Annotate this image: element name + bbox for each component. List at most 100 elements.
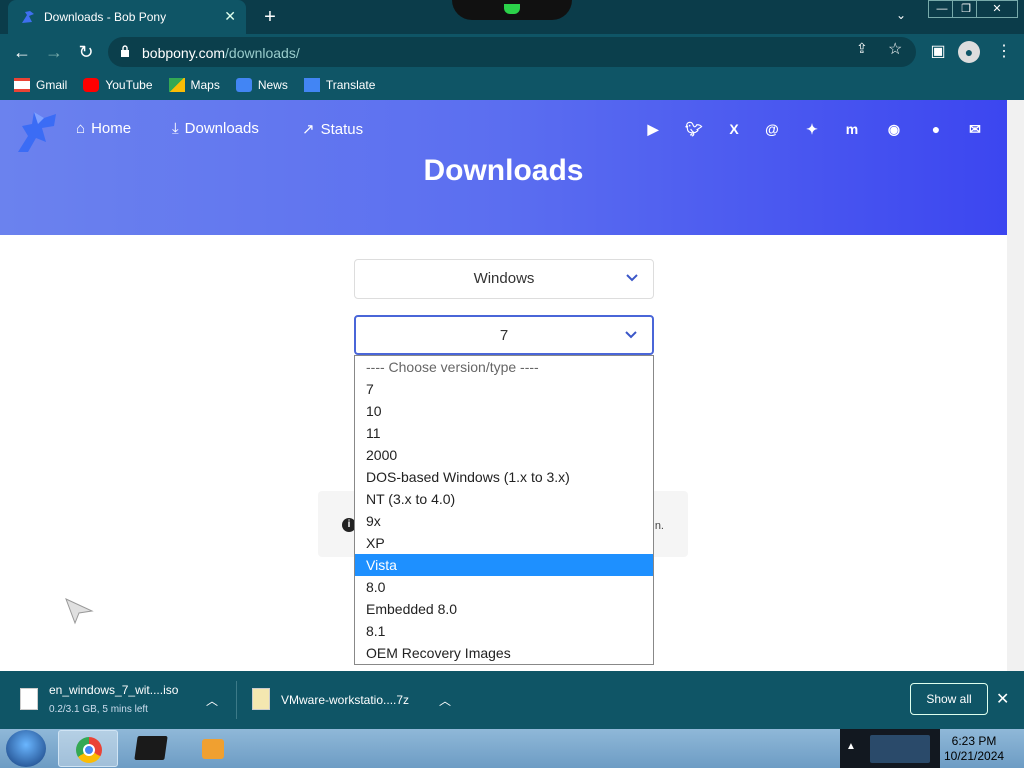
close-window-button[interactable]: ✕ xyxy=(976,0,1018,18)
share-icon[interactable]: ⇪ xyxy=(856,40,868,57)
dropdown-option[interactable]: 8.1 xyxy=(355,620,653,642)
bookmark-gmail[interactable]: Gmail xyxy=(14,78,67,92)
tray-expand-icon[interactable]: ▲ xyxy=(846,741,856,752)
address-bar[interactable]: bobpony.com/downloads/ ⇪ ☆ xyxy=(108,37,916,67)
bookmark-maps[interactable]: Maps xyxy=(168,78,220,92)
reload-icon[interactable]: ↻ xyxy=(74,40,98,64)
dropdown-option[interactable]: Embedded 8.0 xyxy=(355,598,653,620)
dropdown-option[interactable]: ---- Choose version/type ---- xyxy=(355,356,653,378)
home-icon: ⌂ xyxy=(76,120,86,137)
page-title: Downloads xyxy=(423,154,584,187)
close-icon[interactable]: ✕ xyxy=(996,689,1009,709)
url-domain: bobpony.com xyxy=(142,45,226,61)
dropdown-option[interactable]: NT (3.x to 4.0) xyxy=(355,488,653,510)
downloads-shelf: en_windows_7_wit....iso 0.2/3.1 GB, 5 mi… xyxy=(0,671,1024,729)
chevron-down-icon xyxy=(625,331,637,339)
nav-status-label: Status xyxy=(320,120,364,138)
bobpony-favicon-icon xyxy=(22,11,34,23)
windows-taskbar: ▲ 6:23 PM 10/21/2024 xyxy=(0,729,1024,768)
x-icon[interactable]: X xyxy=(724,119,744,139)
translate-icon xyxy=(303,78,320,92)
chevron-down-icon xyxy=(626,274,638,282)
dropdown-option[interactable]: 9x xyxy=(355,510,653,532)
media-player-taskbar-icon[interactable] xyxy=(184,730,244,767)
dropdown-option[interactable]: 2000 xyxy=(355,444,653,466)
twitter-icon[interactable]: 🐦︎ xyxy=(684,119,704,139)
youtube-icon[interactable]: ▶ xyxy=(643,119,663,139)
download-item[interactable]: VMware-workstatio....7z ︿ xyxy=(232,671,468,729)
page-scrollbar[interactable] xyxy=(1007,100,1024,671)
clock-time: 6:23 PM xyxy=(951,734,997,748)
mouse-cursor-icon xyxy=(65,598,94,625)
camera-indicator-icon xyxy=(504,4,520,14)
side-panel-icon[interactable]: ▣ xyxy=(926,40,950,64)
bookmark-star-icon[interactable]: ☆ xyxy=(888,39,902,59)
bookmark-label: Translate xyxy=(325,78,376,92)
nav-home-label: Home xyxy=(91,120,132,137)
mastodon-icon[interactable]: m xyxy=(842,119,862,139)
download-item[interactable]: en_windows_7_wit....iso 0.2/3.1 GB, 5 mi… xyxy=(0,671,236,729)
nav-downloads[interactable]: ⤓ Downloads xyxy=(172,120,259,137)
news-icon xyxy=(235,78,252,92)
dropdown-option[interactable]: DOS-based Windows (1.x to 3.x) xyxy=(355,466,653,488)
bookmark-news[interactable]: News xyxy=(235,78,288,92)
forward-arrow-icon[interactable]: → xyxy=(42,40,66,64)
version-select-value: 7 xyxy=(499,327,509,344)
dropdown-option[interactable]: 8.0 xyxy=(355,576,653,598)
tab-title: Downloads - Bob Pony xyxy=(44,10,167,24)
download-progress-text: 0.2/3.1 GB, 5 mins left xyxy=(49,704,148,715)
start-button-icon[interactable] xyxy=(6,730,46,767)
threads-icon[interactable]: @ xyxy=(762,119,782,139)
browser-menu-icon[interactable]: ⋮ xyxy=(992,40,1016,64)
dropdown-option[interactable]: OEM Recovery Images xyxy=(355,642,653,664)
chrome-taskbar-icon[interactable] xyxy=(58,730,118,767)
bookmark-label: YouTube xyxy=(105,78,153,92)
bookmark-label: Gmail xyxy=(36,78,68,92)
show-all-button[interactable]: Show all xyxy=(910,683,988,715)
gmail-icon xyxy=(14,78,30,92)
chevron-up-icon[interactable]: ︿ xyxy=(206,692,218,709)
dropdown-option-highlighted[interactable]: Vista xyxy=(355,554,653,576)
os-select[interactable]: Windows xyxy=(354,259,654,299)
bobpony-logo-icon[interactable] xyxy=(12,106,62,156)
system-tray: ▲ xyxy=(840,729,940,768)
nav-home[interactable]: ⌂ Home xyxy=(76,120,131,137)
vmware-taskbar-icon[interactable] xyxy=(122,730,182,767)
bookmark-translate[interactable]: Translate xyxy=(303,78,376,92)
taskbar-clock[interactable]: 6:23 PM 10/21/2024 xyxy=(944,734,1004,764)
chevron-up-icon[interactable]: ︿ xyxy=(439,692,451,709)
close-tab-icon[interactable]: ✕ xyxy=(224,8,236,25)
dropdown-option[interactable]: 11 xyxy=(355,422,653,444)
bookmark-youtube[interactable]: YouTube xyxy=(83,78,153,92)
dropdown-option[interactable]: 10 xyxy=(355,400,653,422)
version-select[interactable]: 7 xyxy=(354,315,654,355)
github-icon[interactable]: ● xyxy=(926,119,946,139)
site-header: ⌂ Home ⤓ Downloads ↗ Status ▶ 🐦︎ X @ ✦ m ◉ … xyxy=(0,100,1007,235)
download-filename: VMware-workstatio....7z xyxy=(281,693,410,707)
iso-file-icon xyxy=(20,688,38,710)
browser-tab[interactable]: Downloads - Bob Pony ✕ xyxy=(8,0,246,34)
nav-status[interactable]: ↗ Status xyxy=(302,120,364,139)
nav-downloads-label: Downloads xyxy=(184,120,259,137)
back-arrow-icon[interactable]: ← xyxy=(10,40,34,64)
profile-avatar-icon[interactable]: ● xyxy=(958,41,980,63)
camera-notch xyxy=(452,0,572,20)
dropdown-option[interactable]: XP xyxy=(355,532,653,554)
tab-search-icon[interactable]: ⌄ xyxy=(896,8,906,22)
discord-icon[interactable]: ◉ xyxy=(884,119,904,139)
tray-app-icons[interactable] xyxy=(870,735,930,763)
bluesky-icon[interactable]: ✦ xyxy=(802,119,822,139)
os-select-value: Windows xyxy=(473,270,535,287)
clock-date: 10/21/2024 xyxy=(944,749,1005,763)
bookmark-label: News xyxy=(257,78,288,92)
bookmark-label: Maps xyxy=(190,78,220,92)
notice-text: n. xyxy=(654,520,664,532)
new-tab-button[interactable]: + xyxy=(258,5,282,29)
download-icon: ⤓ xyxy=(172,120,179,137)
browser-title-bar: Downloads - Bob Pony ✕ + ⌄ — ❐ ✕ xyxy=(0,0,1024,34)
dropdown-option[interactable]: 7 xyxy=(355,378,653,400)
lock-icon xyxy=(121,45,129,57)
mail-icon[interactable]: ✉ xyxy=(965,119,985,139)
archive-file-icon xyxy=(252,688,270,710)
maps-icon xyxy=(168,78,185,92)
